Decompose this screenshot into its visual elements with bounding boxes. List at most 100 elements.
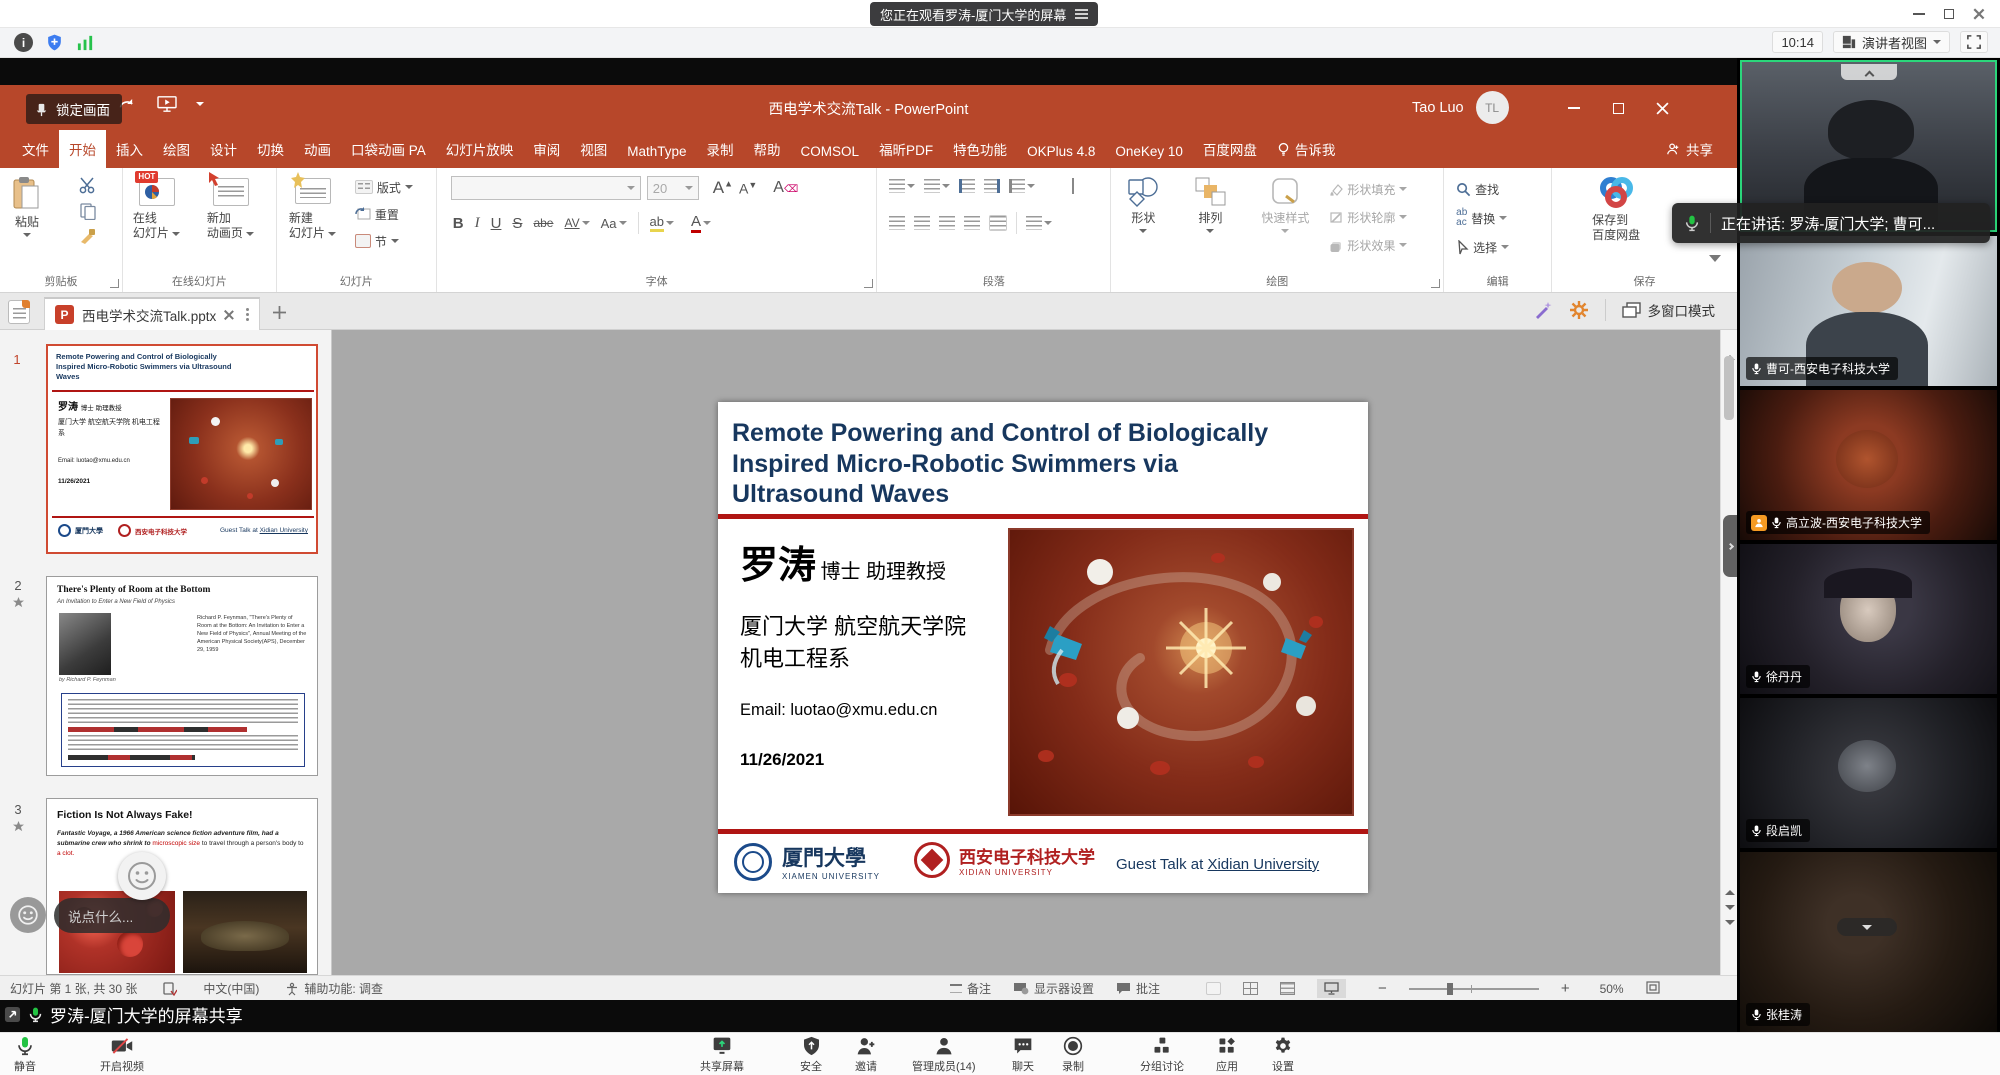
share-screen-button[interactable]: 共享屏幕 [700,1036,744,1074]
drawing-dialog-launcher[interactable] [1431,279,1440,288]
meeting-info-icon[interactable]: i [14,33,33,52]
shape-outline-button[interactable]: 形状轮廓 [1329,206,1407,228]
display-settings-button[interactable]: 显示器设置 [1013,980,1094,997]
tab-design[interactable]: 设计 [200,130,247,168]
replace-button[interactable]: abac替换 [1456,207,1509,229]
tab-okplus[interactable]: OKPlus 4.8 [1017,135,1105,168]
normal-view-icon[interactable] [1206,982,1221,995]
reaction-avatar[interactable] [118,852,166,900]
bullets-button[interactable] [889,179,915,193]
scroll-videos-down-button[interactable] [1837,918,1897,936]
collapse-videos-button[interactable] [1841,64,1897,80]
tab-transitions[interactable]: 切换 [247,130,294,168]
format-painter-icon[interactable] [79,228,97,244]
tab-home[interactable]: 开始 [59,130,106,168]
tab-pocket-animation[interactable]: 口袋动画 PA [341,130,436,168]
magic-wand-icon[interactable] [1533,300,1553,320]
text-shadow-button[interactable]: abe [533,216,553,230]
change-case-button[interactable]: Aa [601,216,627,231]
new-animation-page-button[interactable]: 新加动画页 [207,174,254,241]
restore-button[interactable] [1934,3,1964,25]
increase-font-icon[interactable]: A▲ [713,178,733,198]
manage-members-button[interactable]: 管理成员(14) [912,1036,976,1074]
zoom-slider[interactable] [1409,988,1539,990]
current-slide[interactable]: Remote Powering and Control of Biologica… [718,402,1368,893]
character-spacing-button[interactable]: AV [564,216,589,230]
minimize-button[interactable] [1904,3,1934,25]
tab-slideshow[interactable]: 幻灯片放映 [436,130,524,168]
breakout-rooms-button[interactable]: 分组讨论 [1140,1036,1184,1074]
select-button[interactable]: 选择 [1456,236,1509,258]
next-slide-button[interactable] [1725,905,1735,910]
font-size-combobox[interactable]: 20 [647,176,699,200]
account-name[interactable]: Tao Luo [1412,100,1464,116]
settings-flower-icon[interactable] [1569,300,1589,320]
tab-record[interactable]: 录制 [697,130,744,168]
settings-button[interactable]: 设置 [1272,1036,1294,1074]
banner-menu-icon[interactable] [1075,13,1088,15]
collapse-ribbon-button[interactable] [1709,262,1721,280]
slide-3-thumbnail[interactable]: Fiction Is Not Always Fake! Fantastic Vo… [46,798,318,975]
tab-view[interactable]: 视图 [570,130,617,168]
tab-mathtype[interactable]: MathType [617,135,696,168]
new-document-icon[interactable] [8,300,30,324]
save-to-baidu-button[interactable]: 保存到百度网盘 [1592,176,1640,243]
record-button[interactable]: 录制 [1062,1036,1084,1074]
close-tab-icon[interactable] [224,310,234,320]
bold-button[interactable]: B [453,215,464,232]
tab-special-features[interactable]: 特色功能 [943,130,1017,168]
clear-formatting-icon[interactable]: A⌫ [773,179,798,197]
document-tab[interactable]: P 西电学术交流Talk.pptx [44,297,260,330]
shape-effects-button[interactable]: 形状效果 [1329,234,1407,256]
quick-chat-input[interactable]: 说点什么... [54,898,170,933]
slideshow-view-icon[interactable] [1317,979,1346,998]
highlight-color-button[interactable]: ab [650,214,674,232]
view-mode-selector[interactable]: 演讲者视图 [1833,31,1950,53]
close-button[interactable] [1964,3,1994,25]
justify-icon[interactable] [964,216,980,230]
text-direction-icon[interactable] [1058,178,1074,194]
font-name-combobox[interactable] [451,176,641,200]
security-button[interactable]: 安全 [800,1036,822,1074]
lock-screen-button[interactable]: 锁定画面 [26,94,122,124]
tab-comsol[interactable]: COMSOL [791,135,870,168]
ppt-minimize-button[interactable] [1552,85,1596,131]
ppt-scrollbar[interactable] [1720,330,1737,975]
account-avatar[interactable]: TL [1476,91,1509,124]
invite-button[interactable]: 邀请 [855,1036,877,1074]
zoom-slider-thumb[interactable] [1447,983,1453,995]
language-status[interactable]: 中文(中国) [203,980,259,997]
video-participant[interactable]: 曹可-西安电子科技大学 [1740,236,1997,386]
cut-icon[interactable] [78,176,98,194]
reset-button[interactable]: 重置 [355,203,413,225]
fit-slide-button[interactable] [1646,981,1660,997]
tab-animations[interactable]: 动画 [294,130,341,168]
shape-fill-button[interactable]: 形状填充 [1329,178,1407,200]
ppt-close-button[interactable] [1640,85,1684,131]
spellcheck-icon[interactable] [163,982,177,996]
clipboard-dialog-launcher[interactable] [110,279,119,288]
notes-toggle[interactable]: 备注 [950,980,991,997]
new-slide-button[interactable]: 新建幻灯片 [289,174,336,241]
tab-share[interactable]: 共享 [1656,130,1723,168]
chat-button[interactable]: 聊天 [1012,1036,1034,1074]
new-tab-button[interactable] [268,301,290,323]
online-slides-button[interactable]: HOT 在线幻灯片 [133,174,180,241]
sidebar-collapse-handle[interactable] [1723,515,1737,577]
find-button[interactable]: 查找 [1456,178,1509,200]
ppt-restore-button[interactable] [1596,85,1640,131]
decrease-font-icon[interactable]: A▼ [739,180,757,197]
xidian-link[interactable]: Xidian University [1207,856,1319,873]
numbering-button[interactable] [924,179,950,193]
paste-button[interactable]: 粘贴 [12,176,42,237]
underline-button[interactable]: U [491,215,502,232]
shapes-button[interactable]: 形状 [1125,176,1161,233]
copy-icon[interactable] [79,202,97,220]
fullscreen-button[interactable] [1960,31,1988,53]
tab-tell-me[interactable]: 告诉我 [1267,130,1346,168]
tab-review[interactable]: 审阅 [523,130,570,168]
slide-counter[interactable]: 幻灯片 第 1 张, 共 30 张 [10,980,137,997]
video-participant[interactable]: 段启凯 [1740,698,1997,848]
tab-foxit-pdf[interactable]: 福昕PDF [869,130,943,168]
tab-onekey[interactable]: OneKey 10 [1105,135,1193,168]
